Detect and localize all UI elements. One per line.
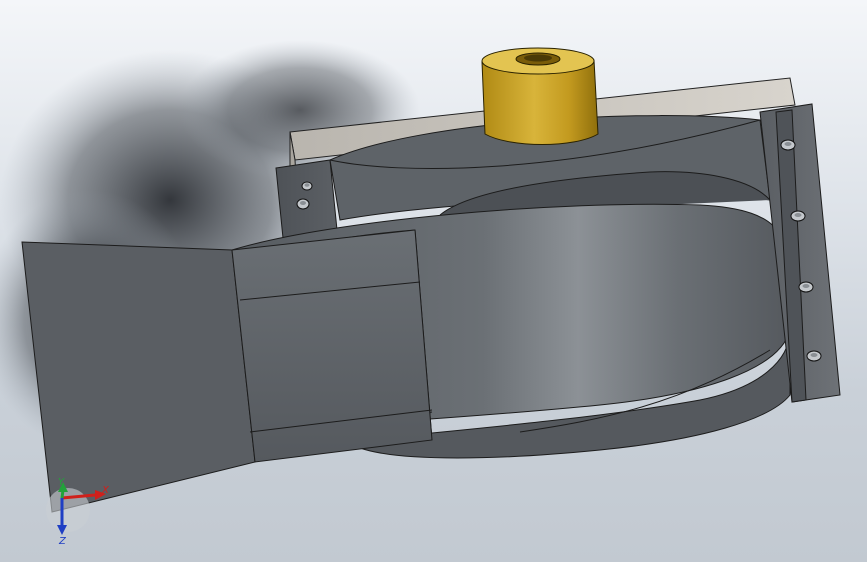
graphics-viewport[interactable]: X Y Z — [0, 0, 867, 562]
x-axis-label: X — [101, 485, 110, 496]
outlet-duct[interactable] — [21, 229, 433, 513]
bolt — [806, 350, 822, 362]
bolt — [798, 281, 814, 293]
bolt — [780, 139, 796, 151]
bolt — [296, 198, 310, 210]
z-axis-label: Z — [58, 536, 67, 547]
bolt — [790, 210, 806, 222]
bolt — [301, 181, 313, 191]
brass-boss[interactable] — [481, 47, 599, 145]
y-axis-label: Y — [58, 477, 65, 488]
cad-model-view[interactable]: X Y Z — [0, 0, 867, 562]
